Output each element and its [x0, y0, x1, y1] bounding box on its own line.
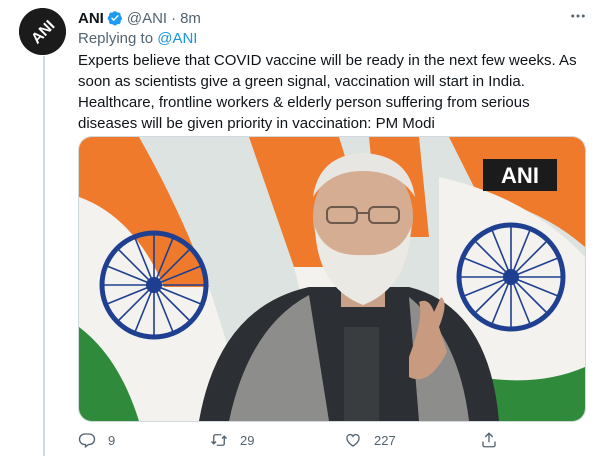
- media-image: ANI: [79, 137, 585, 421]
- ani-watermark: ANI: [501, 163, 539, 188]
- retweet-icon: [210, 431, 228, 449]
- more-options-icon[interactable]: [566, 6, 590, 26]
- timestamp[interactable]: 8m: [180, 10, 201, 27]
- reply-count: 9: [108, 432, 116, 448]
- tweet-media[interactable]: ANI: [78, 136, 586, 422]
- retweet-count: 29: [240, 432, 255, 448]
- tweet[interactable]: ANI ANI @ANI · 8m Replying to @ANI Exper…: [0, 0, 601, 456]
- replying-to-mention[interactable]: @ANI: [157, 30, 197, 47]
- heart-icon: [344, 431, 362, 449]
- author-handle[interactable]: @ANI: [127, 10, 167, 27]
- avatar[interactable]: ANI: [19, 8, 66, 55]
- replying-to-label: Replying to: [78, 30, 154, 47]
- verified-badge-icon: [107, 10, 123, 26]
- separator-dot: ·: [171, 9, 177, 27]
- thread-line: [43, 56, 45, 456]
- share-button[interactable]: [480, 428, 498, 452]
- reply-icon: [78, 431, 96, 449]
- share-icon: [480, 431, 498, 449]
- ani-logo-icon: ANI: [19, 8, 66, 55]
- like-button[interactable]: 227: [344, 428, 396, 452]
- replying-to: Replying to @ANI: [78, 30, 197, 47]
- retweet-button[interactable]: 29: [210, 428, 254, 452]
- tweet-header: ANI @ANI · 8m: [78, 8, 201, 28]
- like-count: 227: [374, 432, 396, 448]
- author-name[interactable]: ANI: [78, 10, 104, 27]
- tweet-actions: 9 29 227: [78, 428, 590, 452]
- tweet-text: Experts believe that COVID vaccine will …: [78, 52, 577, 132]
- reply-button[interactable]: 9: [78, 428, 115, 452]
